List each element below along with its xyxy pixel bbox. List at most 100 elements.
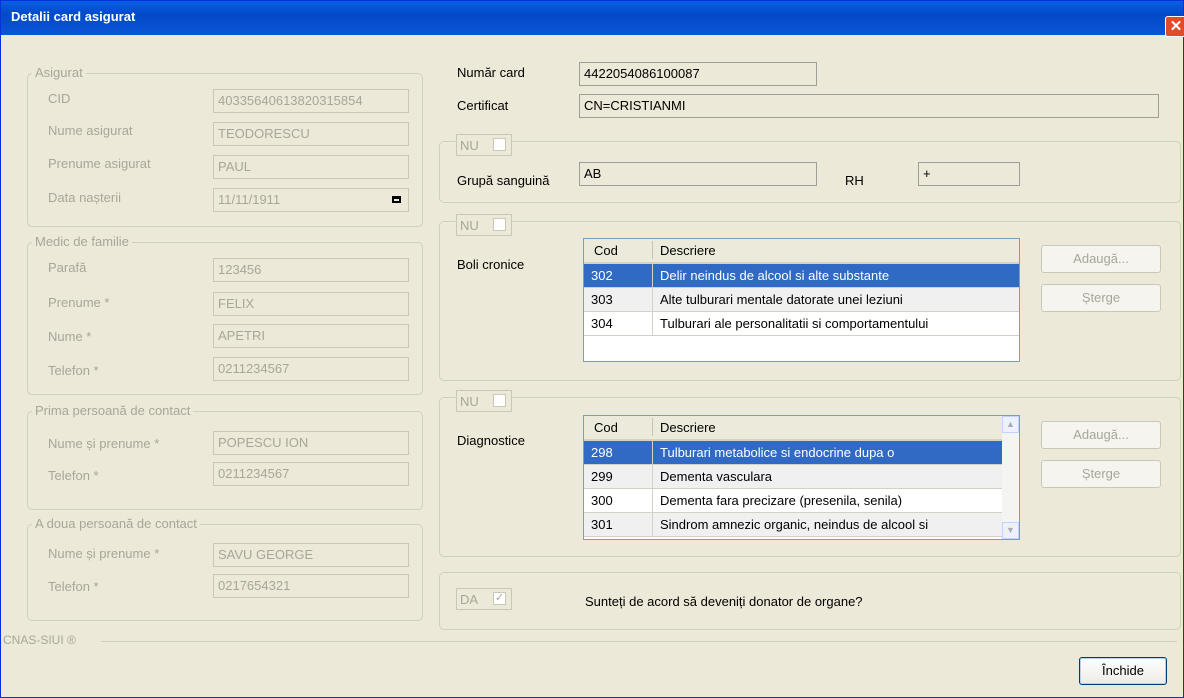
- contact2-telefon-label: Telefon *: [48, 579, 99, 594]
- telefon-medic-label: Telefon *: [48, 363, 99, 378]
- contact1-nume-field[interactable]: POPESCU ION: [213, 431, 409, 455]
- boli-row-cod: 302: [591, 268, 613, 283]
- diag-row-divider: [652, 513, 653, 536]
- cid-field[interactable]: 40335640613820315854: [213, 89, 409, 113]
- close-button[interactable]: Închide: [1079, 657, 1167, 685]
- boli-row-divider: [652, 288, 653, 311]
- boli-nu-label: NU: [460, 218, 479, 233]
- boli-add-button[interactable]: Adaugă...: [1041, 245, 1161, 273]
- boli-row-divider: [652, 312, 653, 335]
- diag-checkbox[interactable]: [493, 394, 506, 407]
- nume-medic-label: Nume *: [48, 329, 92, 344]
- dialog-window: Detalii card asigurat ✕ Asigurat CID 403…: [0, 0, 1184, 698]
- contact2-nume-label: Nume și prenume *: [48, 546, 160, 561]
- diag-row[interactable]: 299 Dementa vasculara: [584, 465, 1002, 489]
- diag-scrollbar[interactable]: ▲ ▼: [1002, 416, 1019, 539]
- close-window-button[interactable]: ✕: [1165, 16, 1184, 37]
- close-icon: ✕: [1169, 18, 1183, 35]
- diag-row-desc: Dementa vasculara: [660, 469, 772, 484]
- diag-add-button[interactable]: Adaugă...: [1041, 421, 1161, 449]
- grupa-sanguina-field[interactable]: AB: [579, 162, 817, 186]
- boli-table[interactable]: Cod Descriere 302 Delir neindus de alcoo…: [583, 238, 1020, 362]
- sange-nu-label: NU: [460, 138, 479, 153]
- boli-row-cod: 303: [591, 292, 613, 307]
- boli-nu-toggle[interactable]: NU: [456, 214, 512, 236]
- nume-asigurat-field[interactable]: TEODORESCU: [213, 122, 409, 146]
- donor-check-icon[interactable]: ✓: [493, 592, 506, 605]
- group-contact1: [27, 411, 423, 510]
- nume-asigurat-label: Nume asigurat: [48, 123, 133, 138]
- contact1-telefon-label: Telefon *: [48, 468, 99, 483]
- window-title: Detalii card asigurat: [11, 9, 136, 24]
- telefon-medic-field[interactable]: 0211234567: [213, 357, 409, 381]
- group-contact2-legend: A doua persoană de contact: [32, 516, 200, 531]
- rh-label: RH: [845, 173, 864, 188]
- diag-row-divider: [652, 441, 653, 464]
- calendar-icon[interactable]: [392, 196, 401, 203]
- diag-row[interactable]: 300 Dementa fara precizare (presenila, s…: [584, 489, 1002, 513]
- prenume-medic-field[interactable]: FELIX: [213, 292, 409, 316]
- grupa-sanguina-label: Grupă sanguină: [457, 173, 550, 188]
- data-nasterii-label: Data nașterii: [48, 190, 121, 205]
- diag-nu-label: NU: [460, 394, 479, 409]
- scroll-down-icon[interactable]: ▼: [1002, 522, 1019, 539]
- donor-da-label: DA: [460, 592, 479, 607]
- diag-row-cod: 299: [591, 469, 613, 484]
- certificat-label: Certificat: [457, 98, 509, 113]
- footer-divider: [101, 641, 1177, 642]
- diag-row-desc: Tulburari metabolice si endocrine dupa o: [660, 445, 895, 460]
- group-medic-legend: Medic de familie: [32, 234, 132, 249]
- contact1-nume-label: Nume și prenume *: [48, 436, 160, 451]
- boli-row[interactable]: 304 Tulburari ale personalitatii si comp…: [584, 312, 1019, 336]
- diag-row-cod: 298: [591, 445, 613, 460]
- diagnostice-label: Diagnostice: [457, 433, 525, 448]
- diag-row[interactable]: 301 Sindrom amnezic organic, neindus de …: [584, 513, 1002, 537]
- diag-table-header: Cod Descriere: [584, 416, 1002, 441]
- boli-row-desc: Alte tulburari mentale datorate unei lez…: [660, 292, 903, 307]
- diag-nu-toggle[interactable]: NU: [456, 390, 512, 412]
- nume-medic-field[interactable]: APETRI: [213, 324, 409, 348]
- certificat-field[interactable]: CN=CRISTIANMI: [579, 94, 1159, 118]
- diag-col-descriere[interactable]: Descriere: [660, 420, 716, 435]
- data-nasterii-field[interactable]: 11/11/1911: [213, 188, 409, 212]
- rh-field[interactable]: +: [918, 162, 1020, 186]
- boli-checkbox[interactable]: [493, 218, 506, 231]
- parafa-field[interactable]: 123456: [213, 258, 409, 282]
- diag-header-divider: [652, 418, 653, 436]
- sange-checkbox[interactable]: [493, 138, 506, 151]
- boli-row-cod: 304: [591, 316, 613, 331]
- scroll-up-icon[interactable]: ▲: [1002, 416, 1019, 433]
- diag-row-cod: 301: [591, 517, 613, 532]
- diag-col-cod[interactable]: Cod: [594, 420, 618, 435]
- diag-row[interactable]: 298 Tulburari metabolice si endocrine du…: [584, 441, 1002, 465]
- boli-col-descriere[interactable]: Descriere: [660, 243, 716, 258]
- donor-question: Sunteți de acord să deveniți donator de …: [585, 594, 863, 609]
- boli-header-divider: [652, 241, 653, 259]
- boli-row[interactable]: 303 Alte tulburari mentale datorate unei…: [584, 288, 1019, 312]
- parafa-label: Parafă: [48, 260, 87, 275]
- boli-row[interactable]: 302 Delir neindus de alcool si alte subs…: [584, 264, 1019, 288]
- boli-row-desc: Tulburari ale personalitatii si comporta…: [660, 316, 929, 331]
- boli-table-header: Cod Descriere: [584, 239, 1019, 264]
- diag-row-divider: [652, 465, 653, 488]
- boli-row-divider: [652, 264, 653, 287]
- footer-brand: CNAS-SIUI ®: [3, 633, 76, 647]
- contact1-telefon-field[interactable]: 0211234567: [213, 462, 409, 486]
- diag-table[interactable]: Cod Descriere 298 Tulburari metabolice s…: [583, 415, 1020, 540]
- diag-delete-button[interactable]: Șterge: [1041, 460, 1161, 488]
- donor-da-toggle[interactable]: DA ✓: [456, 588, 512, 610]
- diag-row-desc: Dementa fara precizare (presenila, senil…: [660, 493, 903, 508]
- prenume-asigurat-field[interactable]: PAUL: [213, 155, 409, 179]
- sange-nu-toggle[interactable]: NU: [456, 134, 512, 156]
- diag-row-divider: [652, 489, 653, 512]
- contact2-telefon-field[interactable]: 0217654321: [213, 574, 409, 598]
- diag-row-cod: 300: [591, 493, 613, 508]
- numar-card-label: Număr card: [457, 65, 525, 80]
- numar-card-field[interactable]: 4422054086100087: [579, 62, 817, 86]
- boli-col-cod[interactable]: Cod: [594, 243, 618, 258]
- boli-delete-button[interactable]: Șterge: [1041, 284, 1161, 312]
- prenume-medic-label: Prenume *: [48, 295, 110, 310]
- prenume-asigurat-label: Prenume asigurat: [48, 156, 151, 171]
- contact2-nume-field[interactable]: SAVU GEORGE: [213, 543, 409, 567]
- group-contact1-legend: Prima persoană de contact: [32, 403, 194, 418]
